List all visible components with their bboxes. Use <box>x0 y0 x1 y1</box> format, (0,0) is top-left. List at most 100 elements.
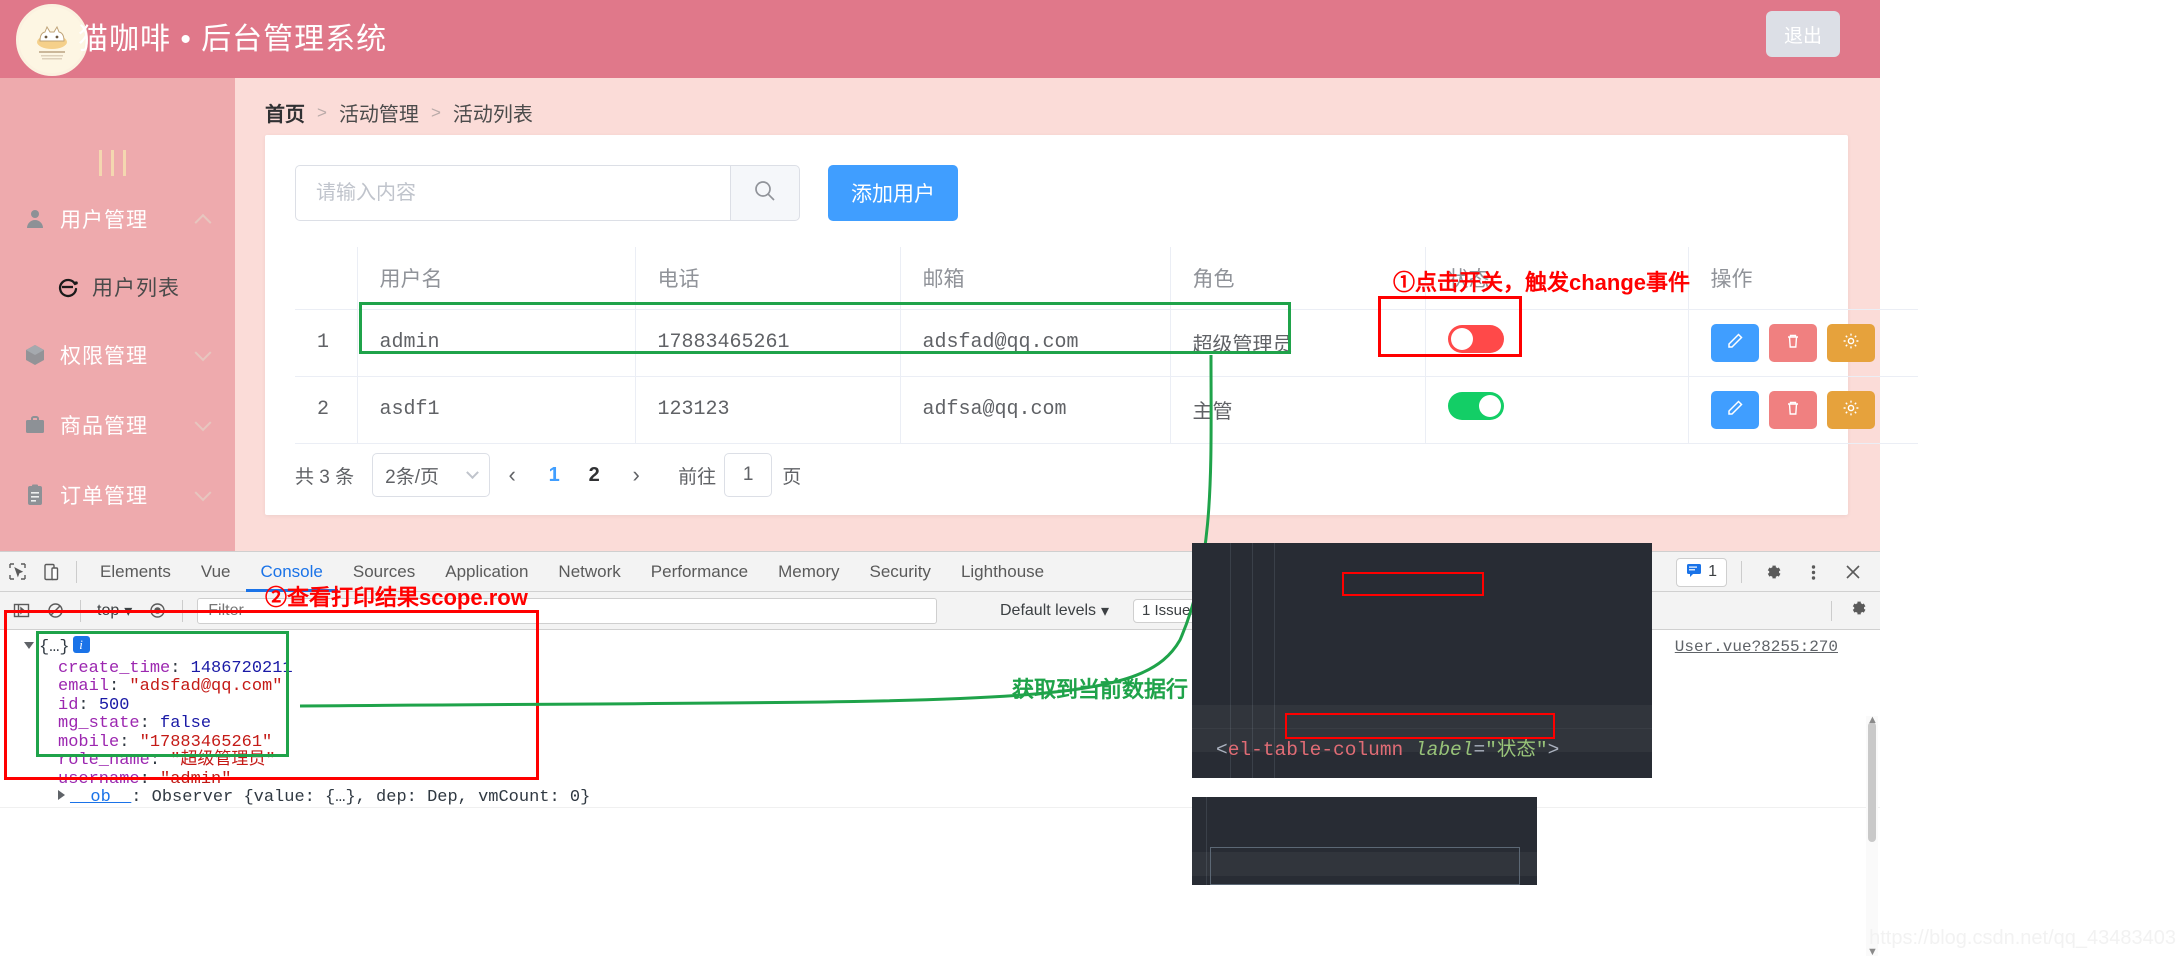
search-group <box>295 165 800 221</box>
app-header: 猫咖啡 • 后台管理系统 退出 <box>0 0 1880 78</box>
expand-triangle-icon[interactable] <box>24 642 34 649</box>
chevron-down-icon <box>194 414 212 432</box>
cell-username: admin <box>357 309 636 377</box>
sidebar-item-order-management[interactable]: 订单管理 <box>0 460 235 530</box>
scroll-up-icon[interactable]: ▲ <box>1867 714 1878 726</box>
page-size-select[interactable]: 2条/页 <box>372 453 491 497</box>
main-content: 首页 > 活动管理 > 活动列表 添加用户 <box>235 78 1918 551</box>
code-line: <el-table-column label="状态"> <box>1216 739 1560 761</box>
console-scrollbar[interactable]: ▲ ▼ <box>1866 714 1878 958</box>
issues-badge[interactable]: 1 <box>1676 557 1727 587</box>
clear-console-icon[interactable] <box>38 594 72 628</box>
annotation-step1-text: ①点击开关，触发change事件 <box>1393 270 1691 295</box>
console-source-link[interactable]: User.vue?8255:270 <box>1675 638 1838 657</box>
cell-operations <box>1688 376 1918 444</box>
tab-performance[interactable]: Performance <box>636 552 763 592</box>
tab-vue[interactable]: Vue <box>186 552 246 592</box>
sidebar-item-user-list[interactable]: 用户列表 <box>0 254 235 320</box>
column-header-username: 用户名 <box>357 247 636 310</box>
tab-security[interactable]: Security <box>855 552 946 592</box>
live-expression-icon[interactable] <box>140 594 174 628</box>
execution-context-select[interactable]: top ▾ <box>89 601 140 621</box>
table-row: 1 admin 17883465261 adsfad@qq.com 超级管理员 <box>295 309 1918 377</box>
delete-button[interactable] <box>1768 390 1817 429</box>
gear-icon[interactable] <box>1756 555 1790 589</box>
expand-triangle-icon[interactable] <box>58 790 65 800</box>
scrollbar-thumb[interactable] <box>1868 722 1876 842</box>
tab-lighthouse[interactable]: Lighthouse <box>946 552 1059 592</box>
pagination-total-count: 3 <box>319 466 330 488</box>
gear-icon[interactable] <box>1849 599 1868 623</box>
property-value: "adsfad@qq.com" <box>129 677 283 696</box>
state-switch[interactable] <box>1447 392 1504 420</box>
chevron-up-icon <box>194 213 212 231</box>
divider <box>1831 600 1832 621</box>
delete-icon <box>1784 399 1802 420</box>
prev-page-button[interactable]: ‹ <box>490 453 534 497</box>
property-key: mobile <box>58 732 120 752</box>
edit-button[interactable] <box>1710 323 1759 362</box>
add-user-button[interactable]: 添加用户 <box>828 165 958 221</box>
message-icon <box>1686 562 1702 583</box>
cell-role: 主管 <box>1170 376 1426 444</box>
observer-value: Observer {value: {…}, dep: Dep, vmCount:… <box>151 788 591 807</box>
divider <box>76 560 77 583</box>
sidebar-item-product-management[interactable]: 商品管理 <box>0 390 235 460</box>
state-switch[interactable] <box>1447 325 1504 353</box>
setting-button[interactable] <box>1826 323 1875 362</box>
log-levels-select[interactable]: Default levels ▾ <box>1000 601 1109 621</box>
search-input[interactable] <box>295 165 730 221</box>
cell-phone: 17883465261 <box>635 309 901 377</box>
breadcrumb-item-home[interactable]: 首页 <box>265 98 305 127</box>
cell-role: 超级管理员 <box>1170 309 1426 377</box>
column-header-phone: 电话 <box>635 247 901 310</box>
page-number-1[interactable]: 1 <box>534 453 574 497</box>
page-size-value: 2条/页 <box>385 466 440 488</box>
pagination: 共 3 条 2条/页 ‹ 1 2 › 前往 页 <box>295 453 801 497</box>
inspect-cursor-icon[interactable] <box>0 555 34 589</box>
property-key: create_time <box>58 658 171 678</box>
sidebar-item-permission-management[interactable]: 权限管理 <box>0 320 235 390</box>
cell-email: adfsa@qq.com <box>900 376 1171 444</box>
delete-button[interactable] <box>1768 323 1817 362</box>
info-icon: i <box>72 636 90 653</box>
annotation-step3-text: 获取到当前数据行 <box>1012 677 1189 702</box>
tab-memory[interactable]: Memory <box>763 552 854 592</box>
sidebar-item-user-management[interactable]: 用户管理 <box>0 184 235 254</box>
breadcrumb-item-activity-management[interactable]: 活动管理 <box>339 98 419 127</box>
chevron-down-icon <box>194 484 212 502</box>
close-icon[interactable] <box>1836 555 1870 589</box>
table-row: 2 asdf1 123123 adfsa@qq.com 主管 <box>295 376 1918 444</box>
cell-operations <box>1688 309 1918 377</box>
breadcrumb-item-activity-list[interactable]: 活动列表 <box>453 98 533 127</box>
annotation-step2-text: ②查看打印结果scope.row <box>265 585 528 610</box>
cell-index: 1 <box>295 309 358 377</box>
jump-page-input[interactable] <box>724 453 773 497</box>
device-toolbar-icon[interactable] <box>34 555 68 589</box>
divider <box>1741 561 1742 583</box>
sidebar-item-statistics[interactable]: 数据统计 <box>0 530 235 551</box>
property-value: "超级管理员" <box>170 751 276 770</box>
observer-key: __ob__ <box>70 788 132 807</box>
setting-icon <box>1842 399 1860 420</box>
execute-sidebar-icon[interactable] <box>4 594 38 628</box>
breadcrumb: 首页 > 活动管理 > 活动列表 <box>265 98 533 127</box>
page-number-2[interactable]: 2 <box>574 453 614 497</box>
toolbar: 添加用户 <box>295 165 958 221</box>
logout-button[interactable]: 退出 <box>1766 11 1840 57</box>
tab-network[interactable]: Network <box>543 552 635 592</box>
edit-button[interactable] <box>1710 390 1759 429</box>
execution-context-value: top <box>97 601 120 619</box>
setting-button[interactable] <box>1826 390 1875 429</box>
menu-group-users: 用户管理 用户列表 <box>0 184 235 320</box>
property-key: mg_state <box>58 714 140 733</box>
collapse-bars-icon[interactable] <box>95 150 145 178</box>
property-key: email <box>58 677 110 696</box>
sidebar-item-label: 用户管理 <box>60 209 148 232</box>
tab-elements[interactable]: Elements <box>85 552 186 592</box>
next-page-button[interactable]: › <box>614 453 658 497</box>
kebab-menu-icon[interactable] <box>1796 555 1830 589</box>
property-value: 1486720211 <box>190 658 293 678</box>
search-button[interactable] <box>730 165 800 221</box>
code-highlight-change <box>1285 713 1555 739</box>
